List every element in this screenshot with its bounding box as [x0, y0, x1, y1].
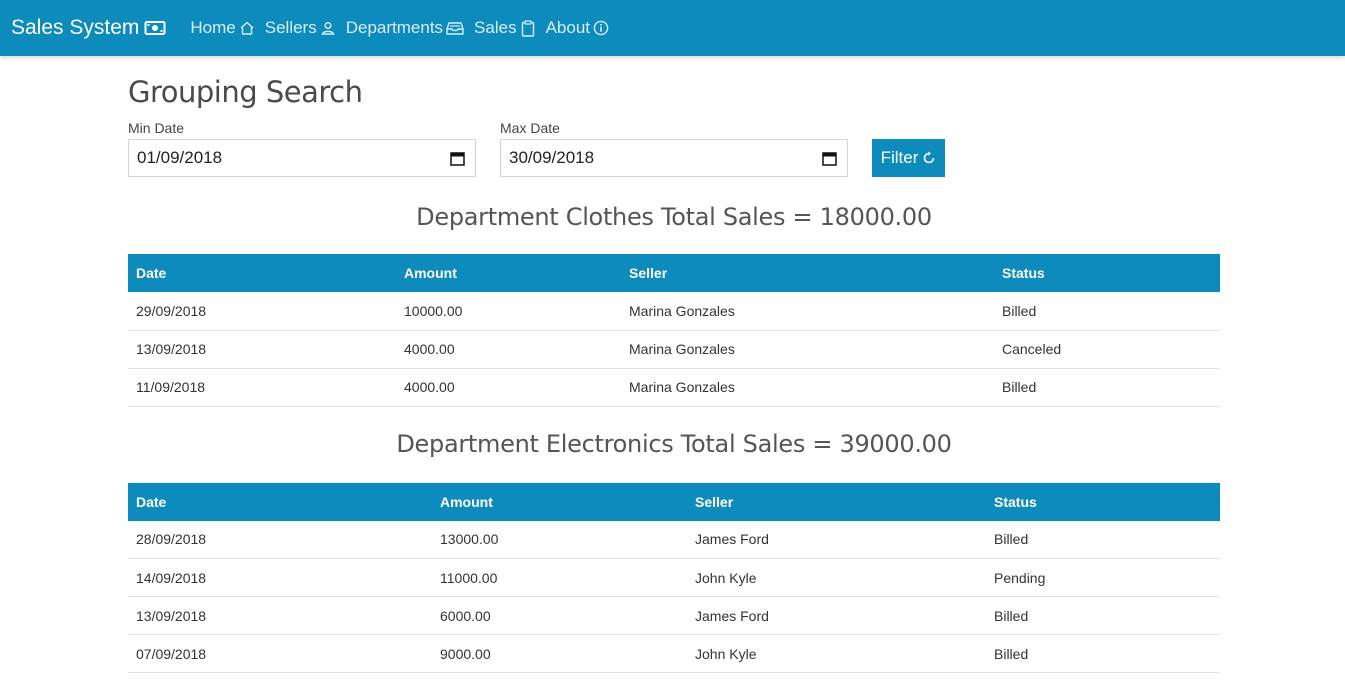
- nav-departments[interactable]: Departments: [346, 0, 464, 56]
- cell-amount: 10000.00: [396, 292, 621, 331]
- cell-amount: 13000.00: [432, 520, 687, 559]
- cell-status: Canceled: [994, 330, 1220, 369]
- cell-amount: 4000.00: [396, 330, 621, 369]
- nav-sellers[interactable]: Sellers: [265, 0, 336, 56]
- cell-date: 07/09/2018: [128, 634, 432, 673]
- min-date-value: 01/09/2018: [137, 148, 223, 167]
- nav-links: Home Sellers Departments Sales About: [180, 0, 609, 56]
- info-icon: [593, 20, 609, 36]
- min-date-field: Min Date 01/09/2018: [128, 120, 476, 177]
- calendar-icon[interactable]: [822, 151, 837, 166]
- col-amount: Amount: [440, 493, 493, 510]
- cell-status: Billed: [994, 292, 1220, 331]
- nav-departments-label: Departments: [345, 18, 444, 37]
- nav-home[interactable]: Home: [190, 0, 254, 56]
- col-status: Status: [994, 493, 1037, 510]
- col-seller: Seller: [695, 493, 734, 510]
- cell-seller: John Kyle: [687, 558, 986, 597]
- sales-table-electronics: Date Amount Seller Status 28/09/2018 130…: [128, 482, 1220, 673]
- table-header-row: Date Amount Seller Status: [128, 482, 1220, 521]
- cell-status: Billed: [994, 368, 1220, 407]
- max-date-value: 30/09/2018: [509, 148, 595, 167]
- cell-seller: John Kyle: [687, 634, 986, 673]
- cell-amount: 9000.00: [432, 634, 687, 673]
- cell-seller: Marina Gonzales: [621, 330, 994, 369]
- clipboard-icon: [520, 19, 536, 37]
- main-content: Grouping Search Min Date 01/09/2018 Max …: [128, 56, 1220, 673]
- cell-status: Billed: [986, 520, 1220, 559]
- nav-about[interactable]: About: [546, 0, 609, 56]
- table-row: 07/09/2018 9000.00 John Kyle Billed: [128, 634, 1220, 673]
- nav-sellers-label: Sellers: [264, 18, 317, 37]
- refresh-icon: [922, 151, 936, 165]
- nav-sales-label: Sales: [474, 18, 517, 37]
- col-date: Date: [136, 493, 167, 510]
- cell-date: 13/09/2018: [128, 596, 432, 635]
- table-row: 13/09/2018 4000.00 Marina Gonzales Cance…: [128, 330, 1220, 369]
- min-date-label: Min Date: [128, 120, 185, 136]
- brand-link[interactable]: Sales System: [11, 16, 166, 40]
- filter-button[interactable]: Filter: [872, 139, 945, 177]
- cell-amount: 4000.00: [396, 368, 621, 407]
- nav-home-label: Home: [190, 18, 236, 37]
- brand-label: Sales System: [11, 16, 140, 39]
- group-title-clothes: Department Clothes Total Sales = 18000.0…: [416, 203, 932, 231]
- cell-date: 29/09/2018: [128, 292, 396, 331]
- filter-button-label: Filter: [880, 148, 919, 167]
- nav-sales[interactable]: Sales: [474, 0, 536, 56]
- nav-about-label: About: [545, 18, 591, 37]
- table-row: 28/09/2018 13000.00 James Ford Billed: [128, 520, 1220, 559]
- table-row: 13/09/2018 6000.00 James Ford Billed: [128, 596, 1220, 635]
- person-icon: [320, 20, 336, 36]
- cell-status: Billed: [986, 596, 1220, 635]
- cell-status: Pending: [986, 558, 1220, 597]
- table-row: 14/09/2018 11000.00 John Kyle Pending: [128, 558, 1220, 597]
- col-status: Status: [1002, 265, 1045, 281]
- col-seller: Seller: [629, 265, 668, 281]
- cell-date: 13/09/2018: [128, 330, 396, 369]
- col-amount: Amount: [404, 265, 457, 281]
- cell-seller: James Ford: [687, 596, 986, 635]
- navbar: Sales System Home Sellers Departments Sa…: [0, 0, 1345, 56]
- calendar-icon[interactable]: [450, 151, 465, 166]
- col-date: Date: [136, 265, 167, 281]
- cash-icon: [144, 19, 166, 37]
- inbox-icon: [446, 20, 464, 36]
- max-date-input[interactable]: 30/09/2018: [500, 139, 848, 177]
- page-title: Grouping Search: [128, 75, 363, 109]
- table-row: 29/09/2018 10000.00 Marina Gonzales Bill…: [128, 292, 1220, 331]
- sales-table-clothes: Date Amount Seller Status 29/09/2018 100…: [128, 254, 1220, 407]
- cell-date: 28/09/2018: [128, 520, 432, 559]
- home-icon: [239, 20, 255, 36]
- group-title-electronics: Department Electronics Total Sales = 390…: [396, 429, 952, 458]
- cell-status: Billed: [986, 634, 1220, 673]
- cell-date: 11/09/2018: [128, 368, 396, 407]
- max-date-label: Max Date: [500, 120, 560, 136]
- filter-form: Min Date 01/09/2018 Max Date 30/09/2018 …: [128, 120, 1220, 177]
- table-row: 11/09/2018 4000.00 Marina Gonzales Bille…: [128, 368, 1220, 407]
- cell-amount: 6000.00: [432, 596, 687, 635]
- table-header-row: Date Amount Seller Status: [128, 254, 1220, 292]
- max-date-field: Max Date 30/09/2018: [500, 120, 848, 177]
- cell-amount: 11000.00: [432, 558, 687, 597]
- cell-seller: James Ford: [687, 520, 986, 559]
- cell-date: 14/09/2018: [128, 558, 432, 597]
- min-date-input[interactable]: 01/09/2018: [128, 139, 476, 177]
- cell-seller: Marina Gonzales: [621, 292, 994, 331]
- cell-seller: Marina Gonzales: [621, 368, 994, 407]
